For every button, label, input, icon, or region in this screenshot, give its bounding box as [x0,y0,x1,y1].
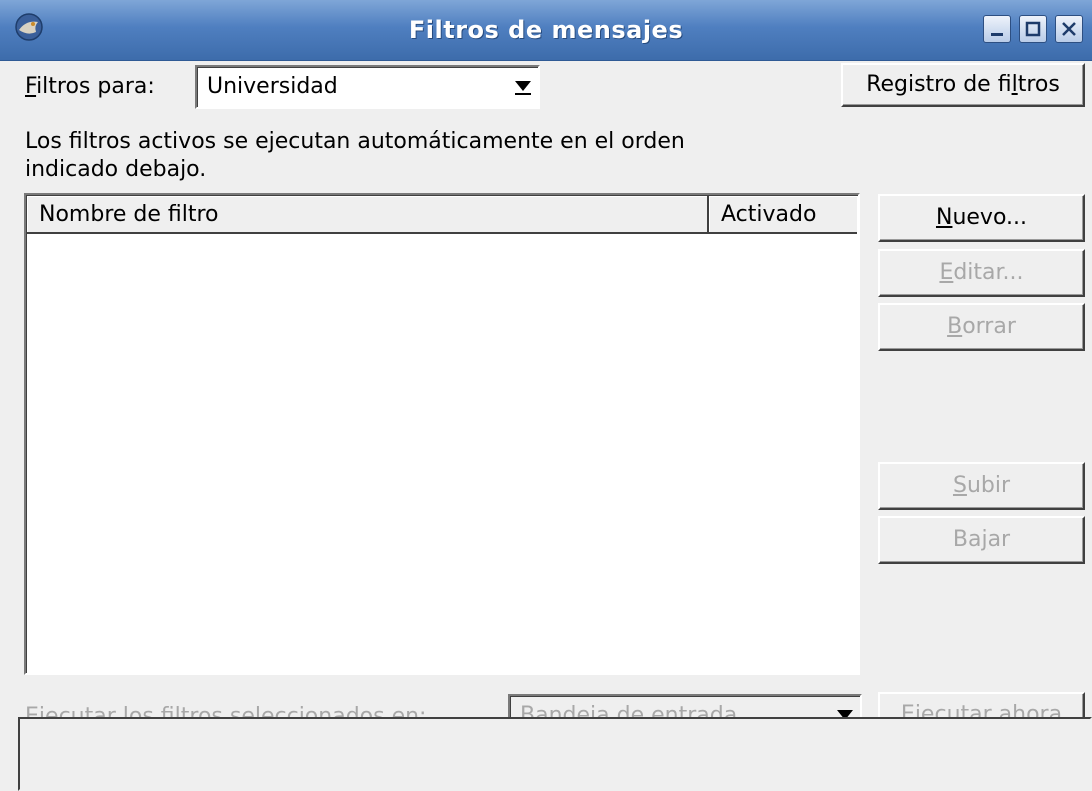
new-filter-button[interactable]: Nuevo... [878,194,1085,242]
maximize-button[interactable] [1019,15,1047,43]
filter-list[interactable]: Nombre de filtro Activado [24,193,860,675]
description-line-2: indicado debajo. [25,157,207,182]
window-title: Filtros de mensajes [408,16,684,44]
close-icon [1062,22,1076,36]
delete-filter-button[interactable]: Borrar [878,303,1085,351]
filter-log-button[interactable]: Registro de filtros [841,63,1085,107]
account-select[interactable]: Universidad [195,65,540,109]
column-header-enabled[interactable]: Activado [709,196,857,234]
close-button[interactable] [1055,15,1083,43]
status-bar [18,717,1092,791]
column-header-filter-name[interactable]: Nombre de filtro [27,196,709,234]
move-up-button[interactable]: Subir [878,462,1085,510]
minimize-icon [991,33,1003,36]
chevron-down-icon [515,81,531,95]
edit-filter-button[interactable]: Editar... [878,249,1085,297]
account-select-value: Universidad [207,74,338,99]
move-down-button[interactable]: Bajar [878,516,1085,564]
filters-for-label: Filtros para: [25,74,155,99]
minimize-button[interactable] [983,15,1011,43]
description-line-1: Los filtros activos se ejecutan automáti… [25,129,685,154]
title-bar: Filtros de mensajes [0,0,1092,61]
maximize-icon [1025,21,1041,37]
